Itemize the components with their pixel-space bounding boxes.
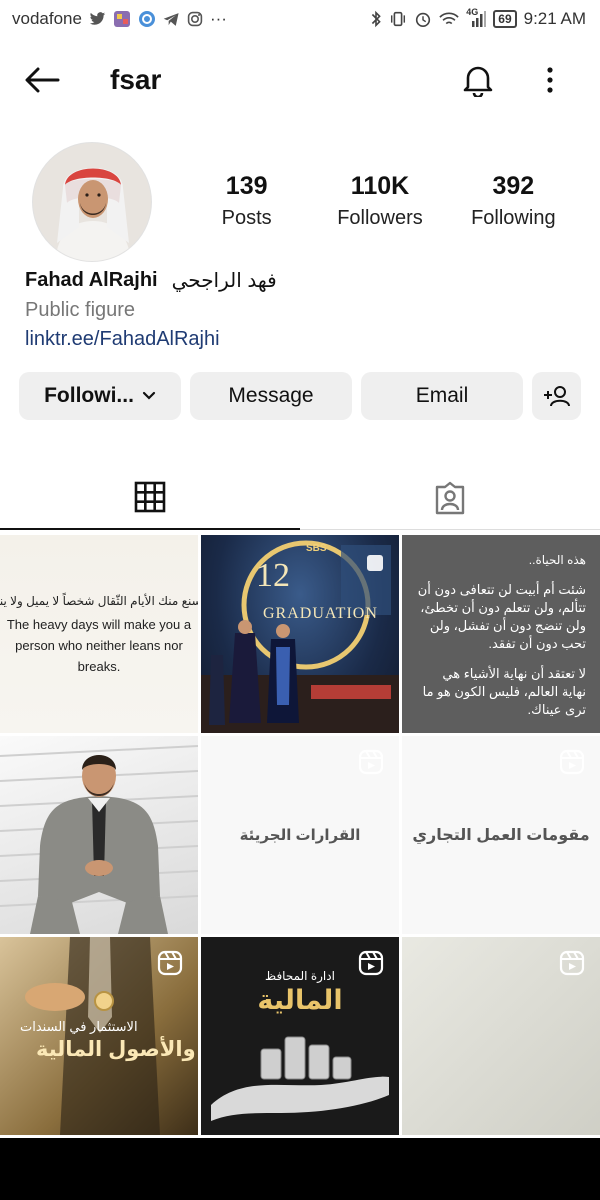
profile-category: Public figure (25, 299, 136, 321)
portrait-photo (0, 745, 198, 934)
network-type: 4G (466, 7, 479, 17)
avatar-photo (33, 143, 151, 261)
signal-icon: 4G (466, 7, 487, 27)
post-tile-1[interactable]: سنع منك الأيام الثّقال شخصاً لا يميل ولا… (0, 535, 198, 733)
post-1-arabic-text: سنع منك الأيام الثّقال شخصاً لا يميل ولا… (0, 594, 198, 608)
reel-icon (357, 949, 385, 977)
back-button[interactable] (22, 62, 62, 98)
reel-icon (357, 748, 385, 776)
telegram-icon (163, 12, 180, 27)
email-button[interactable]: Email (361, 372, 523, 420)
bell-icon (463, 66, 493, 97)
profile-name: Fahad AlRajhi (25, 269, 158, 291)
reel-icon (558, 748, 586, 776)
post-tile-4[interactable] (0, 736, 198, 934)
battery-indicator: 69 (493, 10, 517, 28)
following-button[interactable]: Followi... (19, 372, 181, 420)
followers-count: 110K (350, 172, 410, 200)
more-notifications-icon: ··· (209, 9, 227, 28)
posts-label: Posts (221, 207, 272, 229)
post-2-word: GRADUATION (263, 605, 378, 622)
profile-header: fsar (0, 52, 600, 108)
profile-name-arabic: فهد الراجحي (171, 270, 277, 292)
profile-username: fsar (110, 64, 162, 95)
post-tile-9[interactable] (402, 937, 600, 1135)
post-3-title: هذه الحياة.. (528, 553, 586, 567)
chevron-down-icon (142, 391, 156, 401)
stat-following[interactable]: 392 Following (447, 170, 580, 234)
bluetooth-icon (370, 10, 382, 28)
post-3-paragraph-2: لا تعتقد أن نهاية الأشياء هي نهاية العال… (422, 666, 586, 717)
post-1-english-text: The heavy days will make you a person wh… (6, 617, 192, 674)
reel-icon (558, 949, 586, 977)
vertical-dots-icon (547, 67, 553, 93)
following-count: 392 (492, 172, 535, 200)
post-tile-5[interactable]: القرارات الجريئة (201, 736, 399, 934)
post-2-badge-text: SBS (306, 543, 327, 554)
profile-avatar[interactable] (32, 142, 152, 262)
message-button[interactable]: Message (190, 372, 352, 420)
alarm-icon (414, 10, 432, 28)
tab-tagged[interactable] (300, 466, 600, 530)
following-button-label: Followi... (44, 384, 134, 407)
instagram-icon (187, 11, 203, 27)
post-7-line-2: والأصول المالية (36, 1038, 196, 1061)
sync-icon (138, 10, 156, 28)
post-tile-3[interactable]: هذه الحياة.. شئت أم أبيت لن تتعافى دون أ… (402, 535, 600, 733)
grid-icon (134, 481, 166, 513)
profile-link[interactable]: linktr.ee/FahadAlRajhi (25, 328, 220, 351)
following-label: Following (471, 207, 556, 229)
more-options-button[interactable] (532, 60, 568, 100)
profile-tabs (0, 466, 600, 530)
reel-icon (156, 949, 184, 977)
post-5-title: القرارات الجريئة (239, 827, 361, 844)
stat-followers[interactable]: 110K Followers (313, 170, 446, 234)
post-tile-7[interactable]: الاستثمار في السندات والأصول المالية (0, 937, 198, 1135)
post-7-line-1: الاستثمار في السندات (20, 1019, 138, 1034)
profile-stats: 139 Posts 110K Followers 392 Following (180, 170, 580, 234)
post-6-title: مقومات العمل التجاري (412, 827, 590, 844)
profile-actions: Followi... Message Email (19, 372, 581, 420)
post-2-number: 12 (256, 557, 290, 594)
twitter-icon (89, 12, 106, 26)
reel-icon (361, 549, 389, 577)
posts-grid: سنع منك الأيام الثّقال شخصاً لا يميل ولا… (0, 535, 600, 1135)
status-bar: vodafone ··· 4G 69 9:21 AM (0, 0, 600, 38)
navigation-bar (0, 1138, 600, 1200)
post-tile-6[interactable]: مقومات العمل التجاري (402, 736, 600, 934)
stat-posts[interactable]: 139 Posts (180, 170, 313, 234)
posts-count: 139 (225, 172, 268, 200)
back-arrow-icon (25, 67, 60, 93)
profile-name-row: Fahad AlRajhi فهد الراجحي (25, 268, 277, 293)
suggested-users-button[interactable] (532, 372, 581, 420)
notifications-button[interactable] (458, 60, 498, 100)
tagged-person-icon (435, 481, 465, 514)
followers-label: Followers (337, 207, 423, 229)
wifi-icon (439, 11, 459, 27)
vibrate-icon (389, 10, 407, 28)
post-tile-8[interactable]: ادارة المحافظ المالية (201, 937, 399, 1135)
app-icon (113, 10, 131, 28)
clock: 9:21 AM (523, 9, 586, 28)
post-3-paragraph-1: شئت أم أبيت لن تتعافى دون أن تتألم، ولن … (417, 582, 586, 651)
add-user-icon (543, 386, 570, 407)
carrier-label: vodafone (12, 9, 82, 28)
tab-posts-grid[interactable] (0, 466, 300, 530)
post-tile-2[interactable]: SBS 12 GRADUATION (201, 535, 399, 733)
